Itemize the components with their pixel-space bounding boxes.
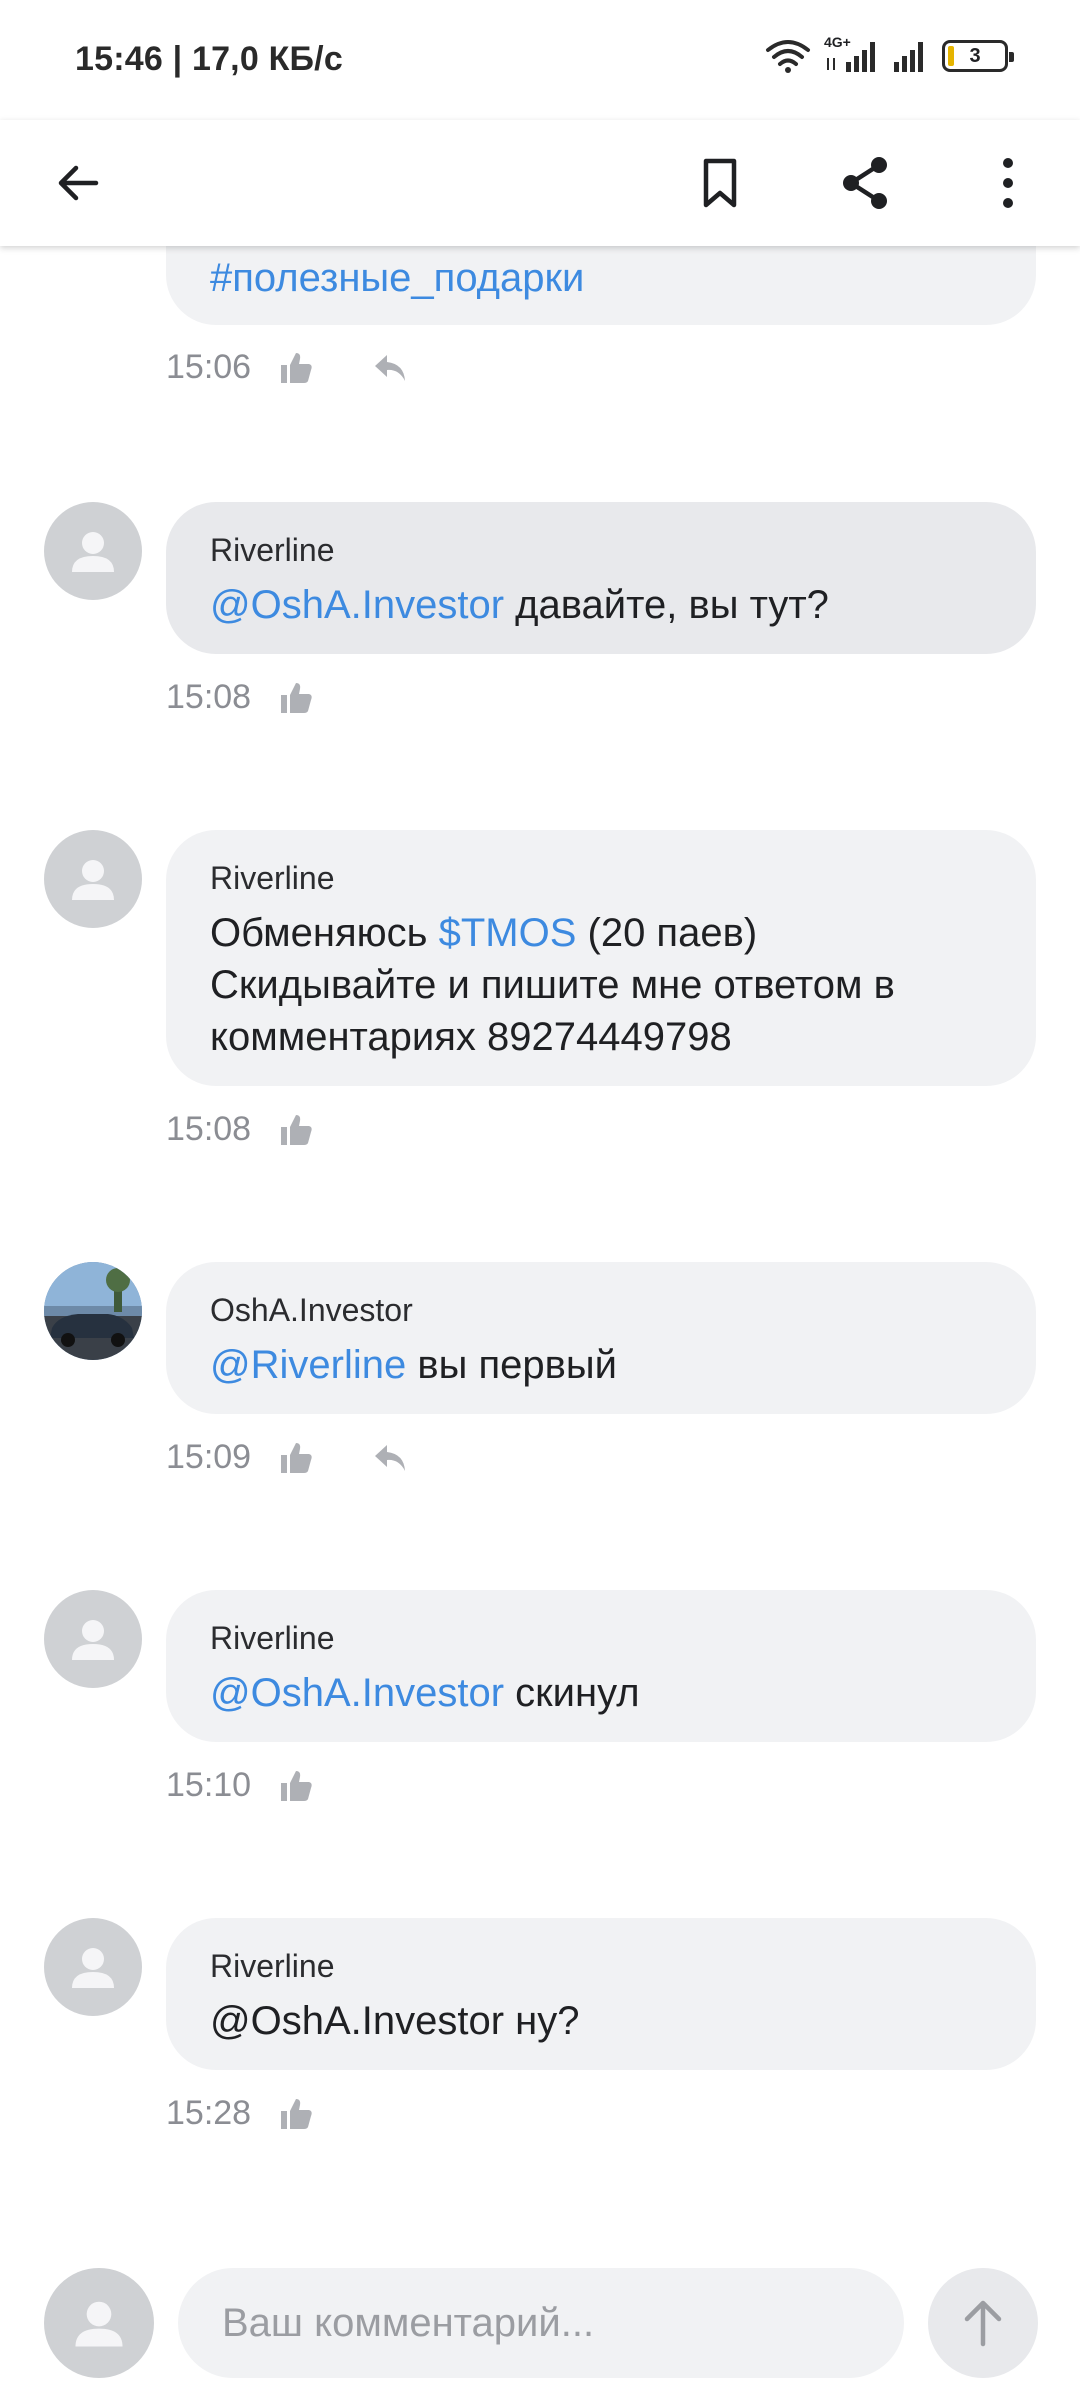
comment-author[interactable]: Riverline (210, 1948, 992, 1985)
default-user-icon (72, 1948, 114, 1988)
bookmark-button[interactable] (680, 143, 760, 223)
avatar[interactable] (44, 830, 142, 928)
status-bar: 15:46 | 17,0 КБ/с 4G+ 3 (0, 0, 1080, 120)
default-user-icon (72, 860, 114, 900)
like-button[interactable] (277, 1767, 315, 1805)
comment-meta-partial: 15:06 (166, 348, 409, 387)
avatar-user-photo[interactable] (44, 1262, 142, 1360)
comment-meta: 15:09 (166, 1438, 409, 1477)
comment-text: @OshA.Investor давайте, вы тут? (210, 583, 829, 627)
current-user-avatar (44, 2268, 154, 2378)
like-button[interactable] (277, 679, 315, 717)
ticker-link[interactable]: $TMOS (439, 911, 577, 955)
like-button[interactable] (277, 1439, 315, 1477)
comment-time: 15:08 (166, 678, 252, 716)
user-mention-link[interactable]: @OshA.Investor (210, 583, 504, 627)
like-button[interactable] (277, 2095, 315, 2133)
bookmark-icon (703, 158, 737, 208)
comment-text: Обменяюсь $TMOS (20 паев) Скидывайте и п… (210, 911, 895, 1059)
like-button[interactable] (277, 1111, 315, 1149)
send-button[interactable] (928, 2268, 1038, 2378)
comment-bubble: Riverline @OshA.Investor давайте, вы тут… (166, 502, 1036, 654)
hashtag-link[interactable]: #полезные_подарки (210, 252, 992, 304)
comment-meta: 15:10 (166, 1766, 315, 1805)
arrow-up-icon (964, 2300, 1002, 2347)
status-icons: 4G+ 3 (764, 34, 1014, 74)
comment-time: 15:08 (166, 1110, 252, 1148)
share-icon (843, 157, 887, 209)
user-mention-link[interactable]: @Riverline (210, 1343, 406, 1387)
reply-icon (375, 354, 406, 381)
thumbs-up-icon (281, 682, 312, 713)
comment-time: 15:10 (166, 1766, 252, 1804)
top-toolbar (0, 120, 1080, 246)
thumbs-up-icon (281, 1770, 312, 1801)
user-mention-link[interactable]: @OshA.Investor (210, 1671, 504, 1715)
signal-strength-icon (827, 42, 875, 72)
avatar[interactable] (44, 1918, 142, 2016)
comment-author[interactable]: Riverline (210, 1620, 992, 1657)
battery-level: 3 (969, 44, 981, 67)
comment-time: 15:06 (166, 348, 252, 386)
comment-author[interactable]: Riverline (210, 532, 992, 569)
comments-screen: 15:46 | 17,0 КБ/с 4G+ 3 #полезные_подарк… (0, 0, 1080, 2400)
status-time-speed: 15:46 | 17,0 КБ/с (75, 40, 343, 78)
avatar[interactable] (44, 502, 142, 600)
reply-button[interactable] (371, 349, 409, 387)
default-user-icon (72, 532, 114, 572)
comment-bubble: Riverline @OshA.Investor ну? (166, 1918, 1036, 2070)
signal-strength-icon-2 (894, 42, 923, 72)
battery-icon: 3 (942, 40, 1014, 72)
comment-meta: 15:08 (166, 1110, 315, 1149)
comment-input[interactable] (178, 2268, 904, 2378)
avatar[interactable] (44, 1590, 142, 1688)
back-button[interactable] (38, 143, 118, 223)
comment-author[interactable]: Riverline (210, 860, 992, 897)
thumbs-up-icon (281, 352, 312, 383)
arrow-left-icon (58, 165, 99, 201)
reply-button[interactable] (371, 1439, 409, 1477)
comment-time: 15:09 (166, 1438, 252, 1476)
more-vertical-icon (1003, 158, 1013, 208)
more-button[interactable] (968, 143, 1048, 223)
comment-composer (0, 2250, 1080, 2400)
comment-text: @Riverline вы первый (210, 1343, 617, 1387)
wifi-icon (766, 40, 810, 73)
thumbs-up-icon (281, 1114, 312, 1145)
comment-text: @OshA.Investor скинул (210, 1671, 640, 1715)
reply-icon (375, 1444, 406, 1471)
comment-meta: 15:08 (166, 678, 315, 717)
comment-meta: 15:28 (166, 2094, 315, 2133)
comment-time: 15:28 (166, 2094, 252, 2132)
network-type-label: 4G+ (822, 34, 882, 74)
share-button[interactable] (825, 143, 905, 223)
default-user-icon (75, 2301, 123, 2347)
default-user-icon (72, 1620, 114, 1660)
like-button[interactable] (277, 349, 315, 387)
comment-text: @OshA.Investor ну? (210, 1999, 580, 2043)
comment-bubble: Riverline Обменяюсь $TMOS (20 паев) Скид… (166, 830, 1036, 1086)
comment-author[interactable]: OshA.Investor (210, 1292, 992, 1329)
thumbs-up-icon (281, 1442, 312, 1473)
car-photo-avatar (44, 1262, 142, 1360)
thumbs-up-icon (281, 2098, 312, 2129)
comment-bubble: Riverline @OshA.Investor скинул (166, 1590, 1036, 1742)
comment-bubble: OshA.Investor @Riverline вы первый (166, 1262, 1036, 1414)
